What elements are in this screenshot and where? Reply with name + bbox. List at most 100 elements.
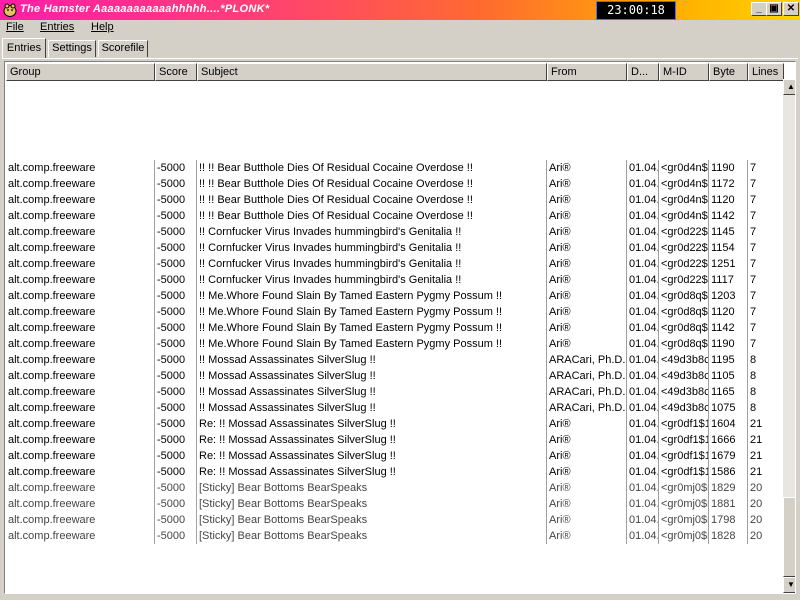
cell-date: 01.04. [629,176,659,192]
cell-group: alt.comp.freeware [6,160,155,176]
table-row[interactable]: alt.comp.freeware -5000!! !! Bear Butthol… [6,208,784,224]
menu-bar: File Entries Help [0,20,800,37]
cell-mid: <gr0d22$I [661,240,709,256]
cell-group: alt.comp.freeware [6,400,155,416]
column-header-subject[interactable]: Subject [197,63,547,81]
table-row[interactable]: alt.comp.freeware -5000 Re: !! Mossad Assa… [6,464,784,480]
table-row[interactable]: alt.comp.freeware -5000 [Sticky] Bear Bott… [6,528,784,544]
column-header-mid[interactable]: M-ID [659,63,709,81]
table-row[interactable]: alt.comp.freeware -5000!! Cornfucker Viru… [6,272,784,288]
table-row[interactable]: alt.comp.freeware -5000!! Me.Whore Found … [6,320,784,336]
cell-date: 01.04. [629,224,659,240]
table-row[interactable]: alt.comp.freeware -5000 Re: !! Mossad Assa… [6,448,784,464]
cell-subject: !! !! Bear Butthole Dies Of Residual Coc… [197,192,547,208]
cell-mid: <49d3b8c [661,384,709,400]
cell-mid: <gr0mj0$r [661,528,709,544]
cell-mid: <49d3b8c [661,368,709,384]
minimize-button[interactable]: _ [751,2,767,16]
table-row[interactable]: alt.comp.freeware -5000!! Cornfucker Viru… [6,224,784,240]
cell-byte: 1117 [709,272,748,288]
table-row[interactable]: alt.comp.freeware -5000 Re: !! Mossad Assa… [6,432,784,448]
cell-subject: Re: !! Mossad Assassinates SilverSlug !! [197,432,547,448]
cell-lines: 7 [748,288,784,304]
cell-score: -5000 [155,176,197,192]
cell-byte: 1172 [709,176,748,192]
table-row[interactable]: alt.comp.freeware -5000!! Mossad Assassin… [6,352,784,368]
cell-subject: [Sticky] Bear Bottoms BearSpeaks [197,496,547,512]
tab-scorefile[interactable]: Scorefile [98,40,148,57]
entries-list[interactable]: Group Score Subject From D... M-ID Byte … [4,61,796,594]
cell-mid: <gr0df1$1 [661,432,709,448]
cell-byte: 1145 [709,224,748,240]
cell-score: -5000 [155,512,197,528]
cell-subject: Re: !! Mossad Assassinates SilverSlug !! [197,464,547,480]
table-row[interactable]: alt.comp.freeware -5000!! !! Bear Butthol… [6,192,784,208]
title-bar[interactable]: The Hamster Aaaaaaaaaaaahhhhh....*PLONK*… [0,0,800,20]
cell-mid: <49d3b8c [661,400,709,416]
cell-byte: 1142 [709,208,748,224]
menu-help[interactable]: Help [91,21,114,33]
table-row[interactable]: alt.comp.freeware -5000!! !! Bear Butthol… [6,176,784,192]
cell-lines: 7 [748,160,784,176]
cell-score: -5000 [155,368,197,384]
table-row[interactable]: alt.comp.freeware -5000!! Cornfucker Viru… [6,256,784,272]
cell-byte: 1251 [709,256,748,272]
table-row[interactable]: alt.comp.freeware -5000!! Mossad Assassin… [6,384,784,400]
cell-subject: [Sticky] Bear Bottoms BearSpeaks [197,528,547,544]
cell-group: alt.comp.freeware [6,304,155,320]
cell-mid: <gr0mj0$r [661,480,709,496]
cell-score: -5000 [155,432,197,448]
cell-from: Ari® [547,432,627,448]
column-header-date[interactable]: D... [627,63,659,81]
cell-group: alt.comp.freeware [6,496,155,512]
column-header-lines[interactable]: Lines [748,63,784,81]
scroll-up-button[interactable]: ▲ [783,79,795,95]
vertical-scrollbar[interactable]: ▲ ▼ [783,79,795,593]
maximize-button[interactable]: ▣ [766,2,782,16]
table-row[interactable]: alt.comp.freeware -5000!! Mossad Assassin… [6,400,784,416]
cell-date: 01.04. [629,352,659,368]
table-row[interactable]: alt.comp.freeware -5000!! !! Bear Butthol… [6,160,784,176]
cell-lines: 21 [748,416,784,432]
table-row[interactable]: alt.comp.freeware -5000!! Me.Whore Found … [6,304,784,320]
cell-from: Ari® [547,496,627,512]
cell-from: Ari® [547,304,627,320]
cell-byte: 1154 [709,240,748,256]
table-row[interactable]: alt.comp.freeware -5000 [Sticky] Bear Bott… [6,512,784,528]
tab-entries[interactable]: Entries [2,38,46,58]
table-row[interactable]: alt.comp.freeware -5000!! Me.Whore Found … [6,288,784,304]
cell-mid: <gr0d4n$i [661,160,709,176]
scroll-thumb[interactable] [783,497,795,577]
table-row[interactable]: alt.comp.freeware -5000 Re: !! Mossad Assa… [6,416,784,432]
cell-group: alt.comp.freeware [6,288,155,304]
menu-file[interactable]: File [6,21,24,33]
table-row[interactable]: alt.comp.freeware -5000!! Mossad Assassin… [6,368,784,384]
close-button[interactable]: ✕ [783,2,799,16]
column-header-byte[interactable]: Byte [709,63,748,81]
scroll-down-button[interactable]: ▼ [783,577,795,593]
cell-subject: !! Mossad Assassinates SilverSlug !! [197,368,547,384]
column-header-group[interactable]: Group [6,63,155,81]
list-header: Group Score Subject From D... M-ID Byte … [6,63,784,81]
cell-from: Ari® [547,448,627,464]
table-row[interactable]: alt.comp.freeware -5000 [Sticky] Bear Bott… [6,480,784,496]
cell-byte: 1586 [709,464,748,480]
cell-lines: 7 [748,320,784,336]
cell-subject: !! Cornfucker Virus Invades hummingbird'… [197,272,547,288]
table-row[interactable]: alt.comp.freeware -5000!! Me.Whore Found … [6,336,784,352]
cell-byte: 1828 [709,528,748,544]
cell-lines: 20 [748,480,784,496]
column-header-from[interactable]: From [547,63,627,81]
cell-lines: 7 [748,176,784,192]
cell-score: -5000 [155,384,197,400]
hamster-app-icon[interactable] [3,2,17,17]
tab-settings[interactable]: Settings [48,40,96,57]
cell-from: Ari® [547,416,627,432]
cell-group: alt.comp.freeware [6,464,155,480]
menu-entries[interactable]: Entries [40,21,74,33]
table-row[interactable]: alt.comp.freeware -5000!! Cornfucker Viru… [6,240,784,256]
cell-group: alt.comp.freeware [6,208,155,224]
column-header-score[interactable]: Score [155,63,197,81]
cell-from: Ari® [547,224,627,240]
table-row[interactable]: alt.comp.freeware -5000 [Sticky] Bear Bott… [6,496,784,512]
